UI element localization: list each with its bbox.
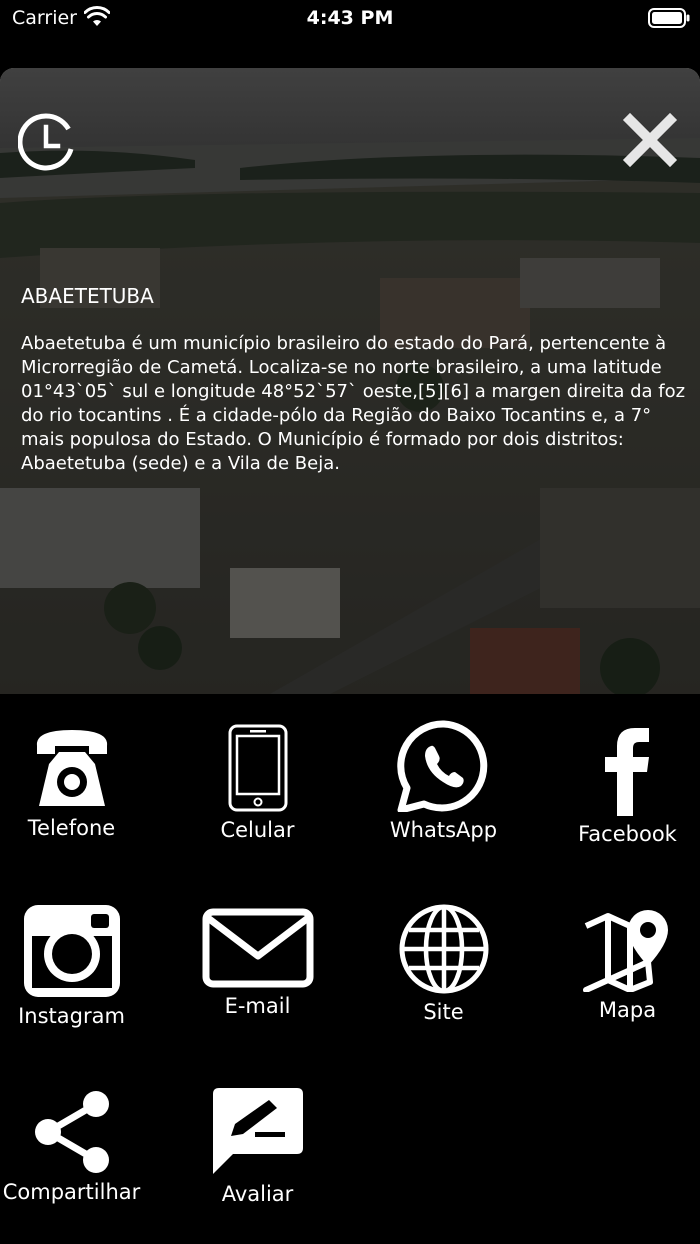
mobile-phone-icon — [228, 724, 287, 812]
action-label-whatsapp: WhatsApp — [389, 818, 498, 842]
action-label-celular: Celular — [220, 818, 295, 842]
instagram-button[interactable]: Instagram — [0, 904, 159, 1028]
action-label-email: E-mail — [224, 994, 291, 1018]
site-button[interactable]: Site — [356, 904, 531, 1024]
email-icon — [202, 908, 313, 988]
action-label-avaliar: Avaliar — [221, 1182, 294, 1206]
map-icon — [582, 910, 668, 992]
mapa-button[interactable]: Mapa — [540, 904, 700, 1022]
celular-button[interactable]: Celular — [170, 724, 345, 842]
facebook-icon — [604, 728, 649, 816]
whatsapp-button[interactable]: WhatsApp — [356, 720, 531, 842]
facebook-button[interactable]: Facebook — [540, 724, 700, 846]
close-icon[interactable] — [622, 112, 678, 168]
battery-icon — [648, 8, 690, 28]
city-title: ABAETETUBA — [21, 284, 154, 308]
avaliar-button[interactable]: Avaliar — [170, 1086, 345, 1206]
compartilhar-button[interactable]: Compartilhar — [0, 1090, 159, 1204]
email-button[interactable]: E-mail — [170, 908, 345, 1018]
city-description: Abaetetuba é um município brasileiro do … — [21, 333, 686, 474]
share-icon — [34, 1091, 109, 1173]
telefone-button[interactable]: Telefone — [0, 724, 159, 840]
action-label-instagram: Instagram — [18, 1004, 125, 1028]
info-sheet: ABAETETUBA Abaetetuba é um município bra… — [0, 68, 700, 694]
clock-icon[interactable] — [18, 113, 76, 171]
status-bar: Carrier 4:43 PM — [0, 0, 700, 40]
action-label-mapa: Mapa — [598, 998, 657, 1022]
rate-icon — [212, 1088, 303, 1174]
action-label-telefone: Telefone — [27, 816, 116, 840]
whatsapp-icon — [396, 720, 487, 812]
instagram-icon — [23, 905, 120, 997]
action-label-compartilhar: Compartilhar — [2, 1180, 141, 1204]
globe-icon — [399, 904, 488, 994]
action-label-site: Site — [423, 1000, 464, 1024]
status-time: 4:43 PM — [306, 7, 394, 29]
telephone-icon — [36, 730, 107, 806]
action-label-facebook: Facebook — [578, 822, 677, 846]
